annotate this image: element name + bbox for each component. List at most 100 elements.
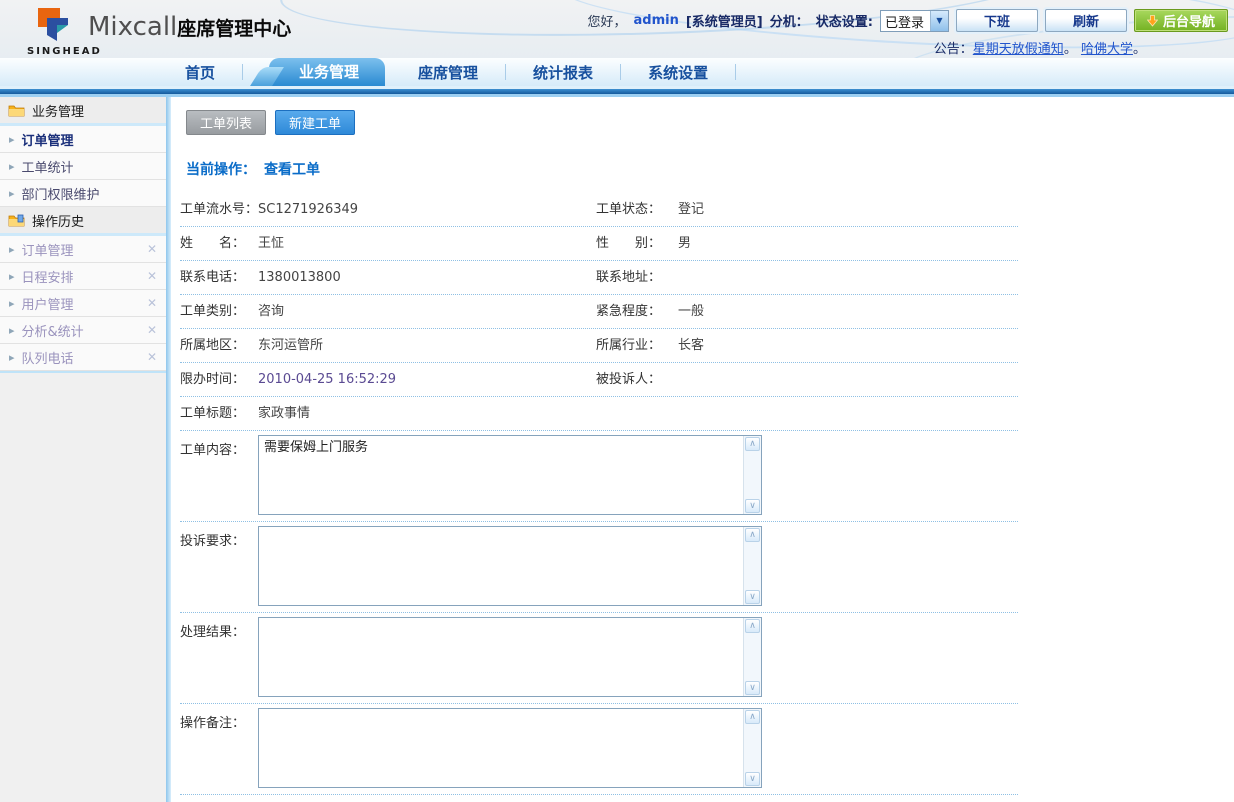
new-ticket-button[interactable]: 新建工单 [275,110,355,135]
field-label: 被投诉人： [596,363,661,396]
backstage-nav-button[interactable]: 后台导航 [1134,9,1228,32]
field-label: 所属行业： [596,329,661,362]
history-item-analysis[interactable]: ▸ 分析&统计 ✕ [0,317,166,344]
form-row: 限办时间： 2010-04-25 16:52:29 被投诉人： [180,363,1018,397]
field-value-title: 家政事情 [258,397,310,430]
bullet-icon: ▸ [9,133,15,146]
scrollbar[interactable]: ∧ ∨ [743,527,761,605]
ticket-list-button[interactable]: 工单列表 [186,110,266,135]
nav-separator [735,64,736,80]
backstage-nav-label: 后台导航 [1163,11,1215,30]
field-value-phone: 1380013800 [258,261,341,294]
sidebar-item-ticket-stats[interactable]: ▸ 工单统计 [0,153,166,180]
scroll-up-icon[interactable]: ∧ [745,710,760,724]
close-icon[interactable]: ✕ [147,269,157,283]
form-row: 工单类别： 咨询 紧急程度： 一般 [180,295,1018,329]
scroll-up-icon[interactable]: ∧ [745,619,760,633]
history-item-label: 订单管理 [22,240,74,259]
nav-tab-business-active[interactable]: 业务管理 [269,58,385,86]
breadcrumb: 当前操作：查看工单 [186,159,1234,179]
app-title-en: Mixcall [88,12,177,42]
sidebar-section-history[interactable]: 操作历史 [0,207,166,236]
nav-item-system[interactable]: 系统设置 [621,62,735,83]
notice-link-2[interactable]: 哈佛大学 [1081,42,1133,57]
nav-item-home[interactable]: 首页 [158,62,242,83]
field-label: 联系地址： [596,261,661,294]
scrollbar[interactable]: ∧ ∨ [743,436,761,514]
sidebar-end-line [0,371,166,373]
field-label: 投诉要求： [180,530,245,549]
scroll-down-icon[interactable]: ∨ [745,590,760,604]
sidebar-item-dept-permission[interactable]: ▸ 部门权限维护 [0,180,166,207]
extension-label: 分机： [770,11,809,30]
close-icon[interactable]: ✕ [147,242,157,256]
username: admin [634,13,679,28]
field-label: 操作备注： [180,712,245,731]
handle-result-textarea[interactable]: ∧ ∨ [258,617,762,697]
sidebar: 业务管理 ▸ 订单管理 ▸ 工单统计 ▸ 部门权限维护 操作历史 ▸ 订单管理 … [0,97,166,802]
operation-note-textarea[interactable]: ∧ ∨ [258,708,762,788]
sidebar-section-title: 操作历史 [32,211,84,230]
history-item-label: 队列电话 [22,348,74,367]
form-row: 工单标题： 家政事情 [180,397,1018,431]
app-title-zh: 座席管理中心 [177,14,291,41]
sidebar-section-business[interactable]: 业务管理 [0,97,166,126]
textarea-text: 需要保姆上门服务 [259,436,761,459]
offwork-button[interactable]: 下班 [956,9,1038,32]
history-item-queue-call[interactable]: ▸ 队列电话 ✕ [0,344,166,371]
form-row: 姓 名： 王怔 性 别： 男 [180,227,1018,261]
sidebar-section-title: 业务管理 [32,101,84,120]
field-label: 处理结果： [180,621,245,640]
ticket-content-textarea[interactable]: 需要保姆上门服务 ∧ ∨ [258,435,762,515]
history-item-label: 日程安排 [22,267,74,286]
history-item-order-mgmt[interactable]: ▸ 订单管理 ✕ [0,236,166,263]
nav-item-seat[interactable]: 座席管理 [391,62,505,83]
nav-item-report[interactable]: 统计报表 [506,62,620,83]
history-item-schedule[interactable]: ▸ 日程安排 ✕ [0,263,166,290]
sidebar-item-order-mgmt[interactable]: ▸ 订单管理 [0,126,166,153]
field-label: 工单内容： [180,439,245,458]
field-label: 紧急程度： [596,295,661,328]
scroll-down-icon[interactable]: ∨ [745,772,760,786]
close-icon[interactable]: ✕ [147,323,157,337]
history-item-label: 用户管理 [22,294,74,313]
scrollbar[interactable]: ∧ ∨ [743,709,761,787]
field-label: 姓 名： [180,227,245,260]
close-icon[interactable]: ✕ [147,350,157,364]
textarea-row: 操作备注： ∧ ∨ [180,704,1018,795]
scrollbar[interactable]: ∧ ∨ [743,618,761,696]
textarea-text [259,527,761,533]
header: SINGHEAD Mixcall 座席管理中心 您好， admin [系统管理员… [0,0,1234,58]
field-value-category: 咨询 [258,295,284,328]
form-row: 联系电话： 1380013800 联系地址： [180,261,1018,295]
chevron-down-icon[interactable]: ▼ [930,11,948,31]
complaint-request-textarea[interactable]: ∧ ∨ [258,526,762,606]
down-arrow-icon [1147,15,1158,27]
field-value-industry: 长客 [678,329,704,362]
scroll-up-icon[interactable]: ∧ [745,528,760,542]
bullet-icon: ▸ [9,270,15,283]
folder-icon [8,104,25,117]
notice-link-1[interactable]: 星期天放假通知 [973,42,1064,57]
field-label: 限办时间： [180,363,245,396]
screen: SINGHEAD Mixcall 座席管理中心 您好， admin [系统管理员… [0,0,1234,802]
textarea-row: 处理结果： ∧ ∨ [180,613,1018,704]
scroll-down-icon[interactable]: ∨ [745,499,760,513]
status-select[interactable]: 已登录 ▼ [880,10,949,32]
notice-sep-2: 。 [1133,42,1146,57]
nav-divider-strip [0,86,1234,97]
sidebar-item-label: 部门权限维护 [22,184,100,203]
field-value-region: 东河运管所 [258,329,323,362]
close-icon[interactable]: ✕ [147,296,157,310]
sidebar-item-label: 工单统计 [22,157,74,176]
bullet-icon: ▸ [9,297,15,310]
user-toolbar: 您好， admin [系统管理员] 分机： 状态设置: 已登录 ▼ 下班 刷新 … [588,9,1229,32]
refresh-button[interactable]: 刷新 [1045,9,1127,32]
scroll-up-icon[interactable]: ∧ [745,437,760,451]
greeting-text: 您好， [588,11,627,30]
scroll-down-icon[interactable]: ∨ [745,681,760,695]
singhead-logo-icon [30,5,76,49]
history-item-user-mgmt[interactable]: ▸ 用户管理 ✕ [0,290,166,317]
current-operation-value: 查看工单 [264,162,320,178]
ticket-form: 工单流水号： SC1271926349 工单状态： 登记 姓 名： 王怔 性 别… [180,193,1018,802]
